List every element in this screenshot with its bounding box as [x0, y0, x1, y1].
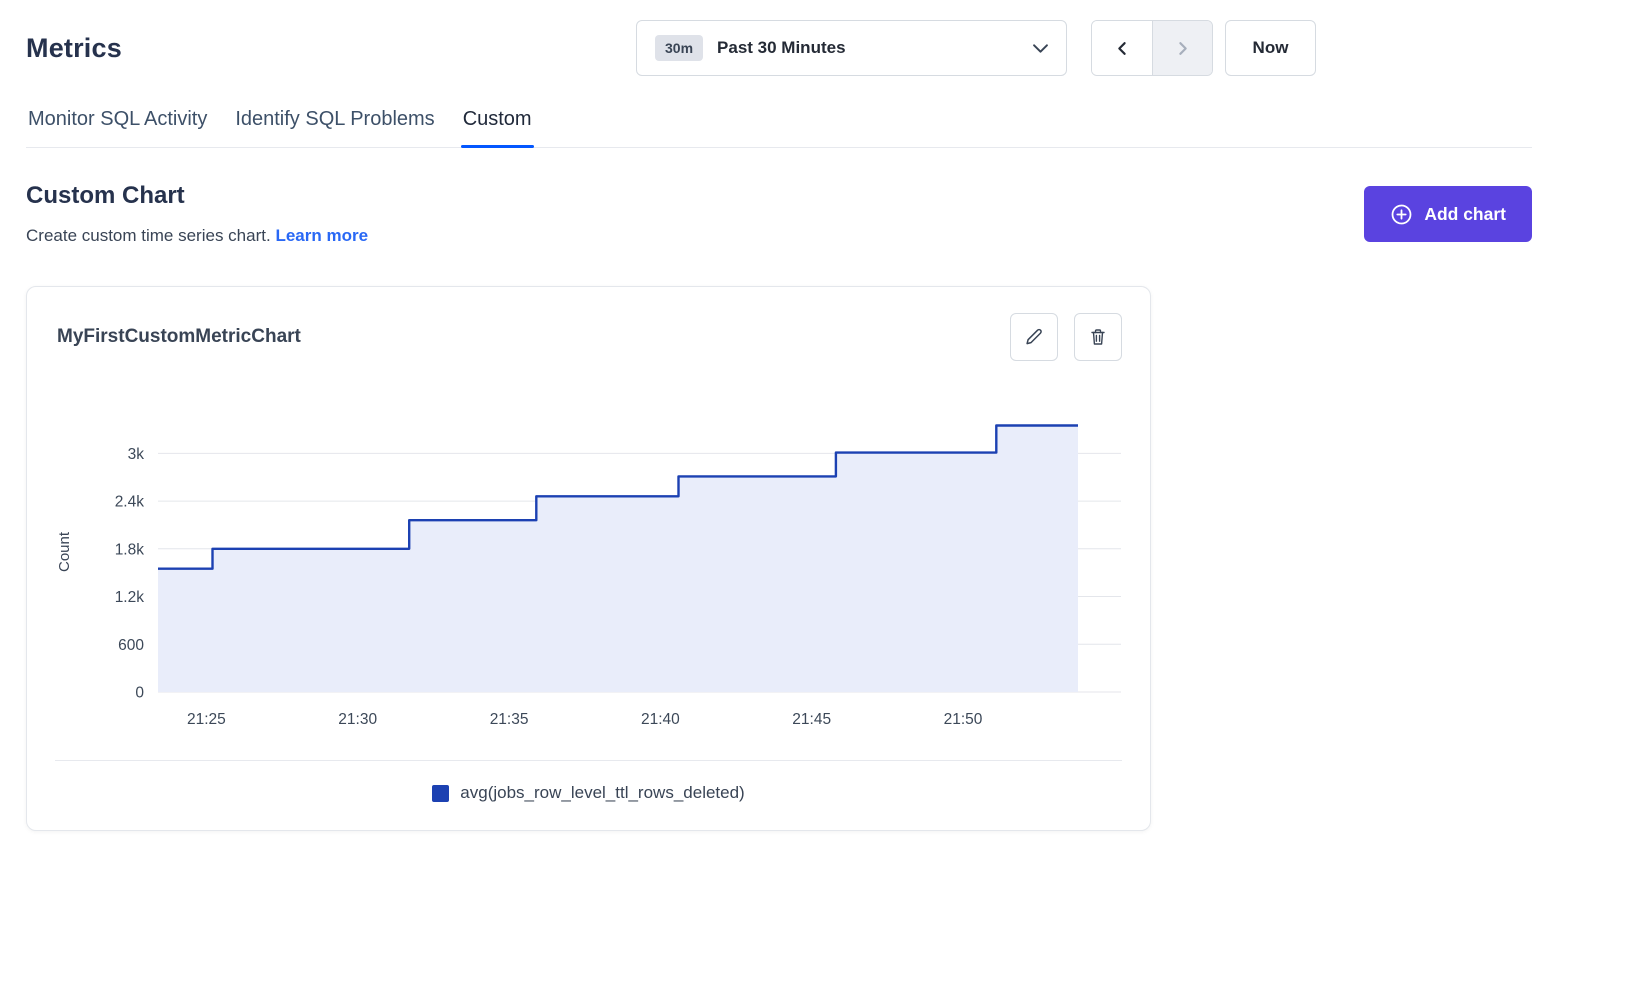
chart-title: MyFirstCustomMetricChart [57, 326, 301, 348]
section-description: Create custom time series chart. Learn m… [26, 226, 368, 246]
svg-text:21:45: 21:45 [792, 711, 831, 728]
svg-text:21:35: 21:35 [490, 711, 529, 728]
chart-card-actions [1010, 313, 1122, 361]
svg-text:0: 0 [135, 685, 144, 702]
tab-monitor-sql-activity[interactable]: Monitor SQL Activity [26, 108, 209, 147]
edit-chart-button[interactable] [1010, 313, 1058, 361]
svg-text:21:40: 21:40 [641, 711, 680, 728]
metrics-page: Metrics 30m Past 30 Minutes Now Monitor … [0, 0, 1650, 982]
time-range-badge: 30m [655, 35, 703, 61]
section-title: Custom Chart [26, 182, 368, 210]
chart-card-header: MyFirstCustomMetricChart [27, 287, 1150, 361]
delete-chart-button[interactable] [1074, 313, 1122, 361]
legend-item[interactable]: avg(jobs_row_level_ttl_rows_deleted) [432, 783, 744, 803]
svg-text:Count: Count [56, 531, 73, 572]
time-controls: 30m Past 30 Minutes Now [636, 20, 1316, 76]
next-range-button-disabled [1152, 21, 1212, 75]
section-header: Custom Chart Create custom time series c… [26, 182, 1532, 246]
tab-bar: Monitor SQL Activity Identify SQL Proble… [26, 108, 1532, 148]
top-bar: Metrics 30m Past 30 Minutes Now [26, 20, 1532, 76]
svg-text:3k: 3k [128, 446, 145, 463]
chevron-left-icon [1114, 40, 1131, 57]
tab-identify-sql-problems[interactable]: Identify SQL Problems [233, 108, 436, 147]
svg-text:2.4k: 2.4k [115, 494, 145, 511]
add-chart-button[interactable]: Add chart [1364, 186, 1532, 242]
svg-text:1.8k: 1.8k [115, 541, 145, 558]
trash-icon [1088, 327, 1108, 347]
learn-more-link[interactable]: Learn more [275, 226, 368, 245]
pencil-icon [1024, 327, 1044, 347]
svg-text:21:30: 21:30 [338, 711, 377, 728]
svg-text:21:25: 21:25 [187, 711, 226, 728]
description-text: Create custom time series chart. [26, 226, 271, 245]
add-chart-label: Add chart [1424, 204, 1506, 225]
time-range-selector[interactable]: 30m Past 30 Minutes [636, 20, 1067, 76]
chart-legend: avg(jobs_row_level_ttl_rows_deleted) [55, 760, 1122, 830]
chart-svg: 0 600 1.2k 1.8k 2.4k 3k 21:25 21:30 21:35 21:40 21… [53, 397, 1128, 742]
svg-text:21:50: 21:50 [944, 711, 983, 728]
tab-custom[interactable]: Custom [461, 108, 534, 147]
plus-circle-icon [1390, 203, 1413, 226]
legend-swatch [432, 785, 449, 802]
custom-chart-card: MyFirstCustomMetricChart 0 600 1.2k 1.8k 2.4… [26, 286, 1151, 831]
time-range-label: Past 30 Minutes [717, 38, 846, 58]
prev-range-button[interactable] [1092, 21, 1152, 75]
time-series-chart[interactable]: 0 600 1.2k 1.8k 2.4k 3k 21:25 21:30 21:35 21:40 21… [53, 397, 1150, 742]
page-title: Metrics [26, 33, 122, 64]
range-nav-group [1091, 20, 1213, 76]
chevron-right-icon [1174, 40, 1191, 57]
section-header-text: Custom Chart Create custom time series c… [26, 182, 368, 246]
chevron-down-icon [1033, 44, 1048, 53]
svg-text:600: 600 [118, 637, 144, 654]
legend-label: avg(jobs_row_level_ttl_rows_deleted) [460, 783, 744, 803]
svg-text:1.2k: 1.2k [115, 589, 145, 606]
now-button[interactable]: Now [1225, 20, 1316, 76]
